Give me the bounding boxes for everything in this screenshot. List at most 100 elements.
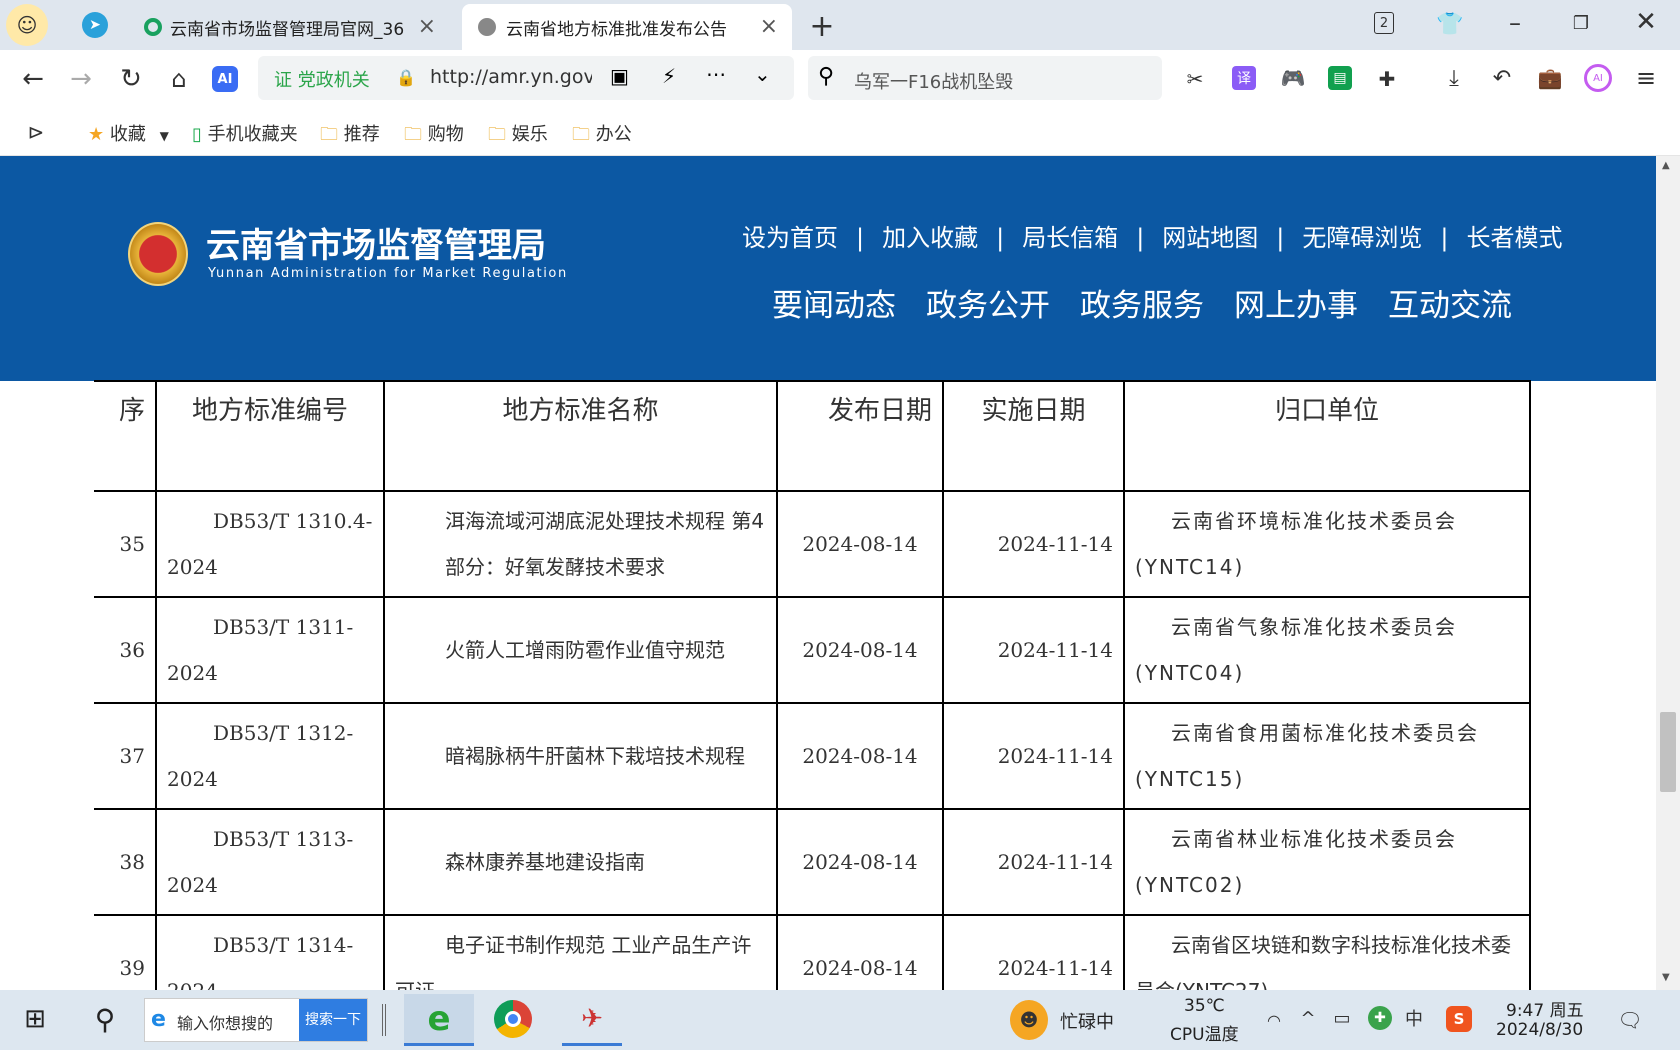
divider: | — [1440, 224, 1449, 252]
chrome-icon[interactable] — [494, 1000, 532, 1038]
wifi-icon[interactable]: ◠ — [1262, 1008, 1286, 1032]
back-icon[interactable]: ← — [18, 64, 48, 94]
nav-news[interactable]: 要闻动态 — [772, 288, 896, 324]
windows-start-icon[interactable]: ⊞ — [20, 1004, 50, 1034]
display-icon[interactable]: ▭ — [1330, 1006, 1354, 1030]
bookmark-mobile[interactable]: ▯ 手机收藏夹 — [192, 120, 298, 146]
ime-indicator[interactable]: 中 — [1402, 1006, 1426, 1030]
cell-code: DB53/T 1311-2024 — [155, 596, 385, 704]
cell-impl-date: 2024-11-14 — [942, 490, 1125, 598]
vertical-scrollbar[interactable]: ▲ ▼ — [1656, 156, 1680, 990]
restore-icon[interactable]: ❐ — [1566, 8, 1596, 38]
menu-icon[interactable]: ≡ — [1632, 64, 1660, 92]
wallet-icon[interactable]: 💼 — [1536, 64, 1564, 92]
chevron-down-icon[interactable]: ⌄ — [754, 62, 771, 86]
tab-count-badge[interactable]: 2 — [1374, 12, 1394, 34]
set-homepage-link[interactable]: 设为首页 — [742, 224, 838, 252]
cell-seq: 36 — [94, 596, 157, 704]
download-icon[interactable]: ⤓ — [1440, 64, 1468, 92]
bookmark-favorites[interactable]: ★ 收藏 ▼ — [88, 120, 169, 146]
tab-standard-notice[interactable]: 云南省地方标准批准发布公告 × — [462, 4, 792, 50]
phone-icon: ▯ — [192, 124, 202, 145]
status-text[interactable]: 忙碌中 — [1060, 1008, 1114, 1034]
bookmark-folder-entertainment[interactable]: 🗀 娱乐 — [488, 120, 548, 152]
header-seq: 序 — [94, 380, 157, 492]
close-window-icon[interactable]: ✕ — [1630, 6, 1662, 38]
bookmark-folder-recommend[interactable]: 🗀 推荐 — [320, 120, 380, 152]
sitemap-link[interactable]: 网站地图 — [1162, 224, 1258, 252]
refresh-icon[interactable]: ↻ — [116, 64, 146, 94]
elder-mode-link[interactable]: 长者模式 — [1466, 224, 1562, 252]
cell-unit: 云南省林业标准化技术委员会(YNTC02) — [1123, 808, 1531, 916]
minimize-icon[interactable]: – — [1500, 8, 1530, 38]
director-mailbox-link[interactable]: 局长信箱 — [1022, 224, 1118, 252]
lightning-icon[interactable]: ⚡ — [662, 64, 676, 88]
scroll-down-icon[interactable]: ▼ — [1662, 972, 1670, 983]
table-row: 35 DB53/T 1310.4-2024 洱海流域河湖底泥处理技术规程 第4部… — [94, 490, 1531, 598]
cut-icon[interactable]: ✂ — [1182, 66, 1208, 92]
divider: | — [996, 224, 1005, 252]
cell-unit: 云南省环境标准化技术委员会(YNTC14) — [1123, 490, 1531, 598]
navigation-toolbar: ← → ↻ ⌂ AI 证 党政机关 🔒 http://amr.yn.gov ▣ … — [0, 50, 1680, 108]
translate-icon[interactable]: 译 — [1232, 66, 1256, 90]
browser-avatar-icon[interactable]: ☺ — [6, 4, 48, 46]
clock-time[interactable]: 9:47 周五 — [1506, 996, 1584, 1021]
ie-browser-icon[interactable]: e — [404, 994, 474, 1046]
close-tab-icon[interactable]: × — [418, 14, 436, 39]
cell-name: 电子证书制作规范 工业产品生产许可证 — [383, 914, 778, 990]
address-bar[interactable]: 证 党政机关 🔒 http://amr.yn.gov ▣ ⚡ ⋯ ⌄ — [258, 56, 794, 100]
game-icon[interactable]: 🎮 — [1280, 66, 1306, 90]
divider: | — [1276, 224, 1285, 252]
cell-pub-date: 2024-08-14 — [776, 490, 944, 598]
cpu-temp-label: CPU温度 — [1170, 1025, 1239, 1045]
cell-name: 火箭人工增雨防雹作业值守规范 — [383, 596, 778, 704]
scroll-up-icon[interactable]: ▲ — [1662, 160, 1670, 171]
ai-icon[interactable]: AI — [212, 66, 238, 92]
cell-unit: 云南省气象标准化技术委员会(YNTC04) — [1123, 596, 1531, 704]
bookmark-folder-office[interactable]: 🗀 办公 — [572, 120, 632, 152]
nav-services[interactable]: 政务服务 — [1080, 288, 1204, 324]
ai-assistant-icon[interactable]: AI — [1584, 64, 1612, 92]
chevron-down-icon[interactable]: ▼ — [160, 129, 169, 143]
site-subtitle: Yunnan Administration for Market Regulat… — [208, 266, 568, 281]
notification-icon[interactable]: 🗨 — [1616, 1006, 1644, 1034]
skin-icon[interactable]: 👕 — [1436, 10, 1464, 38]
header-pub-date: 发布日期 — [776, 380, 944, 492]
home-icon[interactable]: ⌂ — [164, 64, 194, 94]
taskbar-search-box[interactable]: e 输入你想搜的 搜索一下 — [144, 998, 368, 1042]
search-icon[interactable]: ⚲ — [88, 1002, 122, 1036]
cell-unit: 云南省区块链和数字科技标准化技术委员会(YNTC27) — [1123, 914, 1531, 990]
cell-name: 暗褐脉柄牛肝菌林下栽培技术规程 — [383, 702, 778, 810]
extensions-icon[interactable]: ✚ — [1374, 66, 1400, 92]
cell-code: DB53/T 1313-2024 — [155, 808, 385, 916]
more-icon[interactable]: ⋯ — [706, 62, 726, 86]
telegram-icon[interactable]: ➤ — [82, 12, 108, 38]
app-icon[interactable]: ✈ — [562, 994, 622, 1046]
nav-online-office[interactable]: 网上办事 — [1234, 288, 1358, 324]
book-icon[interactable]: ▤ — [1328, 66, 1352, 90]
accessibility-link[interactable]: 无障碍浏览 — [1302, 224, 1422, 252]
tab-amr-official[interactable]: 云南省市场监督管理局官网_36 × — [130, 4, 450, 50]
bookmark-folder-shopping[interactable]: 🗀 购物 — [404, 120, 464, 152]
forward-icon[interactable]: → — [66, 64, 96, 94]
cell-name: 洱海流域河湖底泥处理技术规程 第4部分：好氧发酵技术要求 — [383, 490, 778, 598]
taskbar-search-button[interactable]: 搜索一下 — [299, 999, 367, 1041]
close-tab-icon[interactable]: × — [760, 14, 778, 39]
chevron-up-icon[interactable]: ^ — [1296, 1006, 1320, 1030]
url-text[interactable]: http://amr.yn.gov — [430, 66, 592, 88]
nav-gov-affairs[interactable]: 政务公开 — [926, 288, 1050, 324]
cell-impl-date: 2024-11-14 — [942, 914, 1125, 990]
new-tab-button[interactable]: + — [804, 8, 840, 44]
sogou-icon[interactable]: S — [1446, 1006, 1472, 1032]
screenshot-icon[interactable]: ▣ — [610, 64, 629, 88]
sidebar-toggle-icon[interactable]: ⊳ — [22, 118, 50, 146]
add-favorite-link[interactable]: 加入收藏 — [882, 224, 978, 252]
scrollbar-thumb[interactable] — [1660, 712, 1676, 792]
nav-interaction[interactable]: 互动交流 — [1388, 288, 1512, 324]
tab-label: 云南省市场监督管理局官网_36 — [170, 19, 405, 40]
globe-icon — [478, 18, 496, 36]
undo-icon[interactable]: ↶ — [1488, 64, 1516, 92]
clock-date[interactable]: 2024/8/30 — [1496, 1020, 1583, 1040]
search-box[interactable]: ⚲ 乌军一F16战机坠毁 — [808, 56, 1162, 100]
security-icon[interactable]: ✚ — [1368, 1006, 1392, 1030]
